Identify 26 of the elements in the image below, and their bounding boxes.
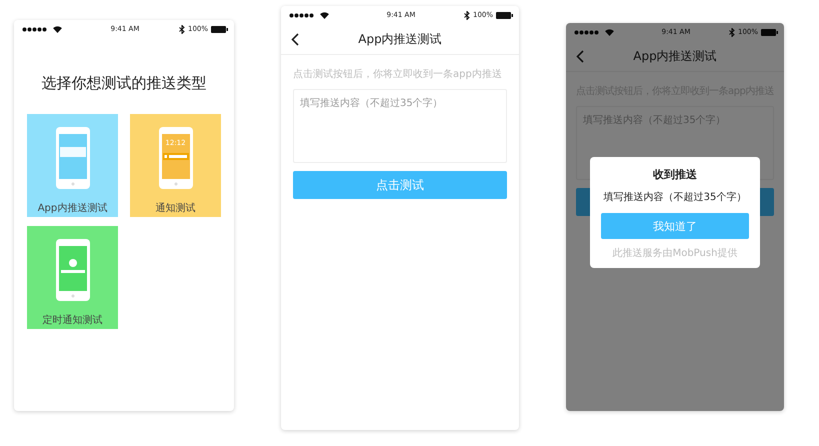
bluetooth-icon	[464, 10, 470, 20]
bluetooth-icon	[178, 24, 185, 34]
page-title: 选择你想测试的推送类型	[40, 74, 208, 93]
wifi-icon	[605, 28, 614, 36]
phone-drawing	[158, 127, 192, 189]
nav-title: App内推送测试	[358, 30, 442, 48]
nav-title: App内推送测试	[633, 48, 717, 64]
tile-label: 通知测试	[156, 202, 196, 215]
wifi-icon	[53, 26, 62, 32]
battery-icon	[761, 28, 778, 36]
push-type-tile[interactable]: App内推送测试	[27, 114, 118, 217]
battery-icon	[211, 26, 228, 32]
battery-icon	[496, 12, 513, 18]
phone-drawing	[56, 239, 90, 301]
dialog-footer: 此推送服务由MobPush提供	[612, 246, 738, 260]
push-type-tile[interactable]: 定时通知测试	[27, 226, 118, 329]
dialog-message: 填写推送内容（不超过35个字）	[604, 190, 746, 204]
bluetooth-icon	[728, 28, 735, 36]
dialog-title: 收到推送	[653, 167, 697, 182]
phone-drawing	[56, 127, 90, 189]
back-icon[interactable]	[291, 32, 299, 46]
hint-text: 点击测试按钮后，你将立即收到一条app内推送	[293, 68, 503, 81]
message-field[interactable]: 填写推送内容（不超过35个字）	[293, 89, 507, 163]
tile-label: App内推送测试	[38, 202, 108, 215]
tile-label: 定时通知测试	[42, 314, 102, 327]
wifi-icon	[320, 12, 329, 18]
